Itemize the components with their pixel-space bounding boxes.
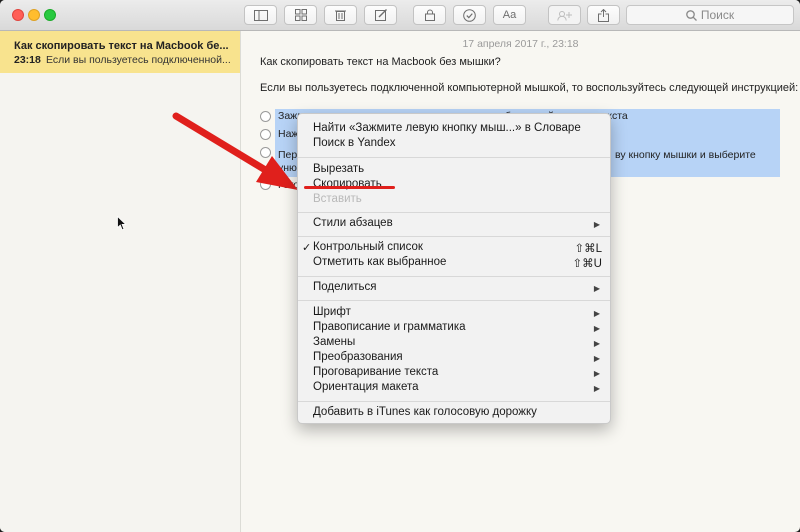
grid-icon [294, 9, 307, 21]
red-underline-annotation [304, 186, 395, 189]
toolbar: Aa Поиск [0, 0, 800, 31]
minimize-window-button[interactable] [28, 9, 40, 21]
menu-separator [298, 401, 610, 402]
checklist-item-tail: ву кнопку мышки и выберите [615, 149, 756, 161]
menu-item-share[interactable]: Поделиться [313, 281, 603, 296]
menu-separator [298, 212, 610, 213]
note-list-item[interactable]: Как скопировать текст на Macbook бе... 2… [0, 31, 240, 73]
menu-item-speech[interactable]: Проговаривание текста [313, 366, 603, 381]
mark-checked-shortcut: ⇧⌘U [572, 258, 602, 270]
menu-item-mark-checked[interactable]: Отметить как выбранное [313, 256, 603, 271]
checklist-item: Гото [278, 179, 300, 191]
lock-icon [424, 9, 435, 21]
menu-item-layout-orientation[interactable]: Ориентация макета [313, 381, 603, 396]
share-button[interactable] [587, 5, 620, 25]
share-icon [598, 8, 609, 22]
menu-separator [298, 157, 610, 158]
menu-item-checklist[interactable]: Контрольный список [313, 241, 603, 256]
trash-icon [335, 10, 346, 21]
menu-item-transformations[interactable]: Преобразования [313, 351, 603, 366]
menu-item-substitutions[interactable]: Замены [313, 336, 603, 351]
checklist-button[interactable] [453, 5, 486, 25]
submenu-arrow-icon: ▶ [593, 354, 600, 363]
menu-item-paste[interactable]: Вставить [313, 193, 603, 208]
delete-note-button[interactable] [324, 5, 357, 25]
checklist-item: Пер [278, 149, 298, 161]
submenu-arrow-icon: ▶ [593, 324, 600, 333]
add-people-button[interactable] [548, 5, 581, 25]
note-date: 17 апреля 2017 г., 23:18 [462, 38, 579, 50]
submenu-arrow-icon: ▶ [593, 384, 600, 393]
note-heading: Как скопировать текст на Macbook без мыш… [260, 56, 501, 68]
checkmark-icon: ✓ [302, 242, 312, 254]
checklist-item: Наж [278, 128, 299, 140]
checklist-circle[interactable] [260, 129, 271, 140]
close-window-button[interactable] [12, 9, 24, 21]
format-button[interactable]: Aa [493, 5, 526, 25]
submenu-arrow-icon: ▶ [593, 339, 600, 348]
checklist-shortcut: ⇧⌘L [574, 243, 602, 255]
search-field[interactable]: Поиск [626, 5, 794, 25]
font-icon: Aa [502, 9, 517, 21]
note-preview: Если вы пользуетесь подключенной... [46, 54, 231, 66]
submenu-arrow-icon: ▶ [593, 309, 600, 318]
menu-item-search-yandex[interactable]: Поиск в Yandex [313, 137, 603, 152]
note-time: 23:18 [14, 54, 41, 66]
submenu-arrow-icon: ▶ [593, 369, 600, 378]
add-people-icon [556, 10, 572, 21]
notes-window: Aa Поиск Как скопировать текст на Macboo… [0, 0, 800, 532]
note-intro: Если вы пользуетесь подключенной компьют… [260, 82, 799, 94]
attachments-browser-button[interactable] [284, 5, 317, 25]
checklist-circle[interactable] [260, 111, 271, 122]
search-icon [686, 9, 697, 21]
checklist-circle[interactable] [260, 147, 271, 158]
checkmark-circle-icon [463, 8, 476, 22]
checklist-item-continuation: уню [278, 162, 297, 174]
menu-item-spelling[interactable]: Правописание и грамматика [313, 321, 603, 336]
menu-item-lookup[interactable]: Найти «Зажмите левую кнопку мыш...» в Сл… [313, 122, 603, 137]
menu-item-paragraph-styles[interactable]: Стили абзацев [313, 217, 603, 232]
menu-separator [298, 276, 610, 277]
menu-item-cut[interactable]: Вырезать [313, 163, 603, 178]
note-title: Как скопировать текст на Macbook бе... [14, 40, 229, 52]
submenu-arrow-icon: ▶ [593, 220, 600, 229]
search-placeholder: Поиск [700, 8, 735, 22]
checklist-circle[interactable] [260, 179, 271, 190]
context-menu: Найти «Зажмите левую кнопку мыш...» в Сл… [297, 113, 611, 424]
notes-list: Как скопировать текст на Macbook бе... 2… [0, 31, 241, 532]
submenu-arrow-icon: ▶ [593, 284, 600, 293]
menu-item-add-itunes[interactable]: Добавить в iTunes как голосовую дорожку [313, 406, 603, 421]
mouse-pointer-icon [117, 216, 127, 231]
lock-note-button[interactable] [413, 5, 446, 25]
menu-separator [298, 236, 610, 237]
new-note-button[interactable] [364, 5, 397, 25]
compose-icon [374, 9, 387, 21]
sidebar-icon [253, 9, 268, 21]
menu-item-font[interactable]: Шрифт [313, 306, 603, 321]
toggle-sidebar-button[interactable] [244, 5, 277, 25]
menu-separator [298, 300, 610, 301]
fullscreen-window-button[interactable] [44, 9, 56, 21]
